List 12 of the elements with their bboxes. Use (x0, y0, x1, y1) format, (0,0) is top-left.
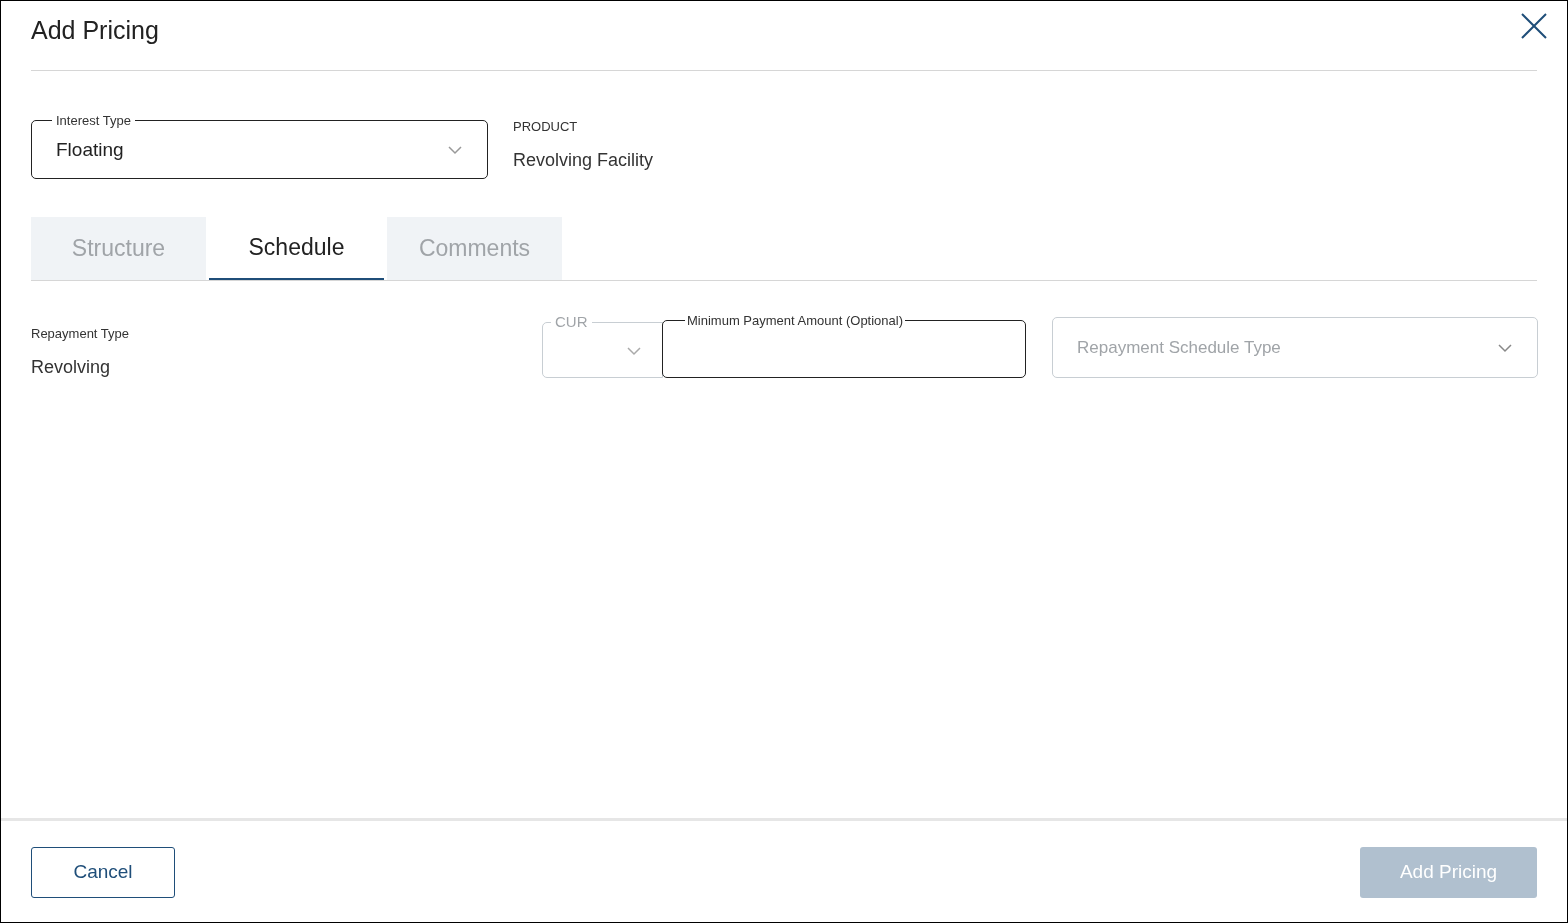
tab[interactable]: Structure (31, 217, 206, 280)
product-value: Revolving Facility (513, 148, 654, 172)
repayment-type-value: Revolving (31, 355, 112, 379)
chevron-down-icon (626, 346, 642, 357)
dialog-title: Add Pricing (31, 15, 159, 46)
product-label: PRODUCT (513, 118, 579, 136)
chevron-down-icon (447, 145, 463, 156)
cancel-button[interactable]: Cancel (31, 847, 175, 898)
close-icon[interactable] (1519, 11, 1549, 41)
repayment-type-label: Repayment Type (31, 325, 131, 343)
tab[interactable]: Comments (387, 217, 562, 280)
chevron-down-icon (1497, 342, 1513, 353)
